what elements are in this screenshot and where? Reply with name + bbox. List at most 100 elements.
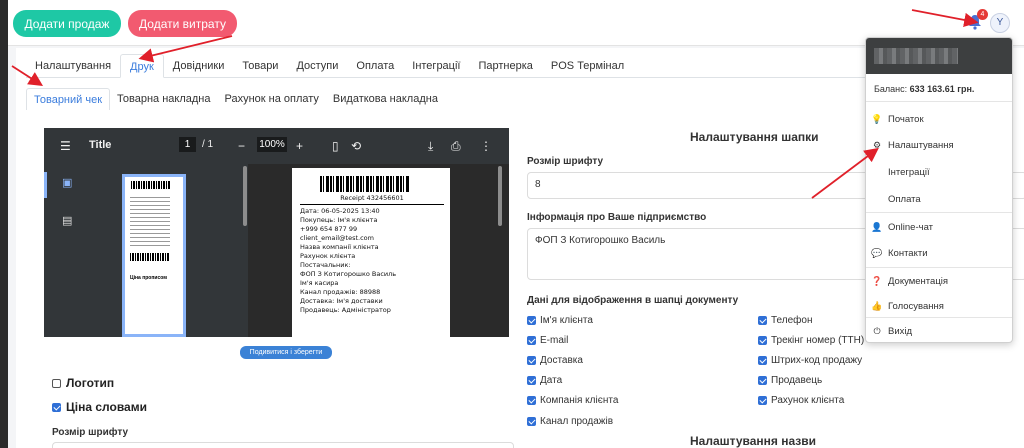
checkbox-client-account[interactable]: Рахунок клієнта (758, 395, 844, 406)
tab-pos-terminal[interactable]: POS Термінал (542, 54, 633, 78)
outline-icon[interactable]: ▤ (62, 214, 72, 227)
checkbox-box[interactable] (758, 376, 767, 385)
checkbox-phone[interactable]: Телефон (758, 315, 812, 326)
checkbox-box[interactable] (52, 378, 61, 388)
checkbox-sale-barcode[interactable]: Штрих-код продажу (758, 355, 862, 366)
menu-item-online-chat[interactable]: 👤 Online-чат (866, 216, 1012, 238)
checkbox-label: Ім'я клієнта (540, 315, 593, 326)
pdf-title: Title (89, 139, 112, 151)
checkbox-box[interactable] (52, 402, 61, 412)
add-sale-button[interactable]: Додати продаж (13, 10, 121, 37)
checkbox-label: Штрих-код продажу (771, 355, 863, 366)
zoom-in-icon[interactable]: + (296, 139, 303, 153)
avatar[interactable]: Y (990, 13, 1010, 33)
checkbox-box[interactable] (527, 376, 536, 385)
company-info-label: Інформація про Ваше підприємство (527, 212, 707, 223)
checkbox-delivery[interactable]: Доставка (527, 355, 583, 366)
price-words-checkbox[interactable]: Ціна словами (52, 400, 147, 414)
checkbox-seller[interactable]: Продавець (758, 375, 822, 386)
logo-checkbox[interactable]: Логотип (52, 376, 114, 390)
receipt-line: Рахунок клієнта (300, 252, 356, 260)
menu-item-payment[interactable]: Оплата (866, 188, 1012, 210)
menu-icon[interactable]: ☰ (60, 139, 71, 153)
receipt-line: Постачальник: (300, 261, 351, 269)
tab-settings[interactable]: Налаштування (26, 54, 120, 78)
receipt-line: ФОП З Котигорошко Василь (300, 270, 397, 278)
print-icon[interactable]: ⎙ (451, 139, 461, 154)
receipt-line: +999 654 877 99 (300, 225, 358, 233)
zoom-out-icon[interactable]: − (238, 139, 245, 153)
pdf-toolbar: ☰ Title 1 / 1 − 100% + ▯ ⟲ ⤓ ⎙ ⋮ (44, 128, 509, 164)
main-tabs: Налаштування Друк Довідники Товари Досту… (26, 54, 906, 78)
checkbox-label: Телефон (771, 315, 813, 326)
fit-page-icon[interactable]: ▯ (332, 139, 339, 153)
menu-item-integrations[interactable]: Інтеграції (866, 161, 1012, 183)
user-header (866, 38, 1012, 74)
font-size-label: Розмір шрифту (527, 156, 604, 167)
receipt-line: Доставка: Ім'я доставки (300, 297, 383, 305)
download-icon[interactable]: ⤓ (428, 139, 433, 154)
receipt-number: Receipt 432456601 (300, 194, 444, 205)
name-settings-title: Налаштування назви (690, 434, 816, 448)
page-thumbnail[interactable]: Ціна прописом (122, 174, 186, 337)
thumbs-up-icon: 👍 (871, 300, 883, 311)
sidebar-scrollbar[interactable] (243, 166, 247, 226)
checkbox-sales-channel[interactable]: Канал продажів (527, 416, 613, 427)
page-total: / 1 (202, 139, 214, 150)
checkbox-box[interactable] (527, 417, 536, 426)
checkbox-box[interactable] (527, 356, 536, 365)
menu-item-settings[interactable]: ⚙ Налаштування (866, 134, 1012, 156)
checkbox-box[interactable] (527, 316, 536, 325)
tab-payment[interactable]: Оплата (347, 54, 403, 78)
blurred-user-name (874, 48, 958, 64)
gear-icon: ⚙ (872, 139, 882, 150)
page-number-input[interactable]: 1 (179, 137, 196, 152)
menu-item-contacts[interactable]: 💬 Контакти (866, 242, 1012, 264)
menu-item-label: Голосування (888, 300, 944, 312)
checkbox-date[interactable]: Дата (527, 375, 562, 386)
thumbnails-icon[interactable]: ▣ (62, 176, 72, 189)
rotate-icon[interactable]: ⟲ (351, 139, 361, 153)
menu-item-start[interactable]: 💡 Початок (866, 108, 1012, 130)
add-expense-button[interactable]: Додати витрату (128, 10, 237, 37)
checkbox-client-company[interactable]: Компанія клієнта (527, 395, 618, 406)
tab-sales-receipt[interactable]: Товарний чек (26, 88, 111, 110)
checkbox-box[interactable] (758, 336, 767, 345)
tab-directories[interactable]: Довідники (164, 54, 234, 78)
tab-products[interactable]: Товари (233, 54, 287, 78)
menu-item-documentation[interactable]: ❓ Документація (866, 270, 1012, 292)
checkbox-box[interactable] (758, 396, 767, 405)
more-options-icon[interactable]: ⋮ (480, 139, 492, 153)
menu-item-logout[interactable]: ⏻ Вихід (866, 320, 1012, 342)
menu-item-voting[interactable]: 👍 Голосування (866, 295, 1012, 317)
checkbox-box[interactable] (758, 316, 767, 325)
tab-invoice[interactable]: Рахунок на оплату (217, 88, 325, 110)
tab-waybill[interactable]: Товарна накладна (110, 88, 217, 110)
thumbnail-text: Ціна прописом (130, 275, 167, 281)
checkbox-box[interactable] (758, 356, 767, 365)
tab-print[interactable]: Друк (120, 54, 164, 78)
menu-item-label: Контакти (888, 247, 928, 259)
view-and-save-button[interactable]: Подивитися і зберегти (240, 346, 332, 359)
tab-access[interactable]: Доступи (287, 54, 347, 78)
checkbox-label: Компанія клієнта (540, 395, 619, 406)
checkbox-email[interactable]: E-mail (527, 335, 568, 346)
checkbox-box[interactable] (527, 336, 536, 345)
checkbox-box[interactable] (527, 396, 536, 405)
tab-expense-invoice[interactable]: Видаткова накладна (326, 88, 445, 110)
tab-integrations[interactable]: Інтеграції (403, 54, 469, 78)
checkbox-tracking-number[interactable]: Трекінг номер (ТТН) (758, 335, 864, 346)
menu-divider (866, 317, 1012, 318)
power-icon: ⏻ (873, 325, 881, 336)
balance-value: 633 163.61 грн. (909, 84, 975, 94)
balance-row: Баланс: 633 163.61 грн. (866, 74, 1012, 102)
checkbox-client-name[interactable]: Ім'я клієнта (527, 315, 593, 326)
zoom-input[interactable]: 100% (257, 137, 287, 152)
tab-partners[interactable]: Партнерка (469, 54, 541, 78)
logo-label: Логотип (66, 376, 115, 390)
page-scrollbar[interactable] (498, 166, 502, 226)
menu-item-label: Інтеграції (888, 166, 930, 178)
price-words-label: Ціна словами (66, 400, 147, 414)
user-chat-icon: 👤 (871, 221, 883, 232)
left-font-size-input[interactable] (52, 442, 514, 448)
